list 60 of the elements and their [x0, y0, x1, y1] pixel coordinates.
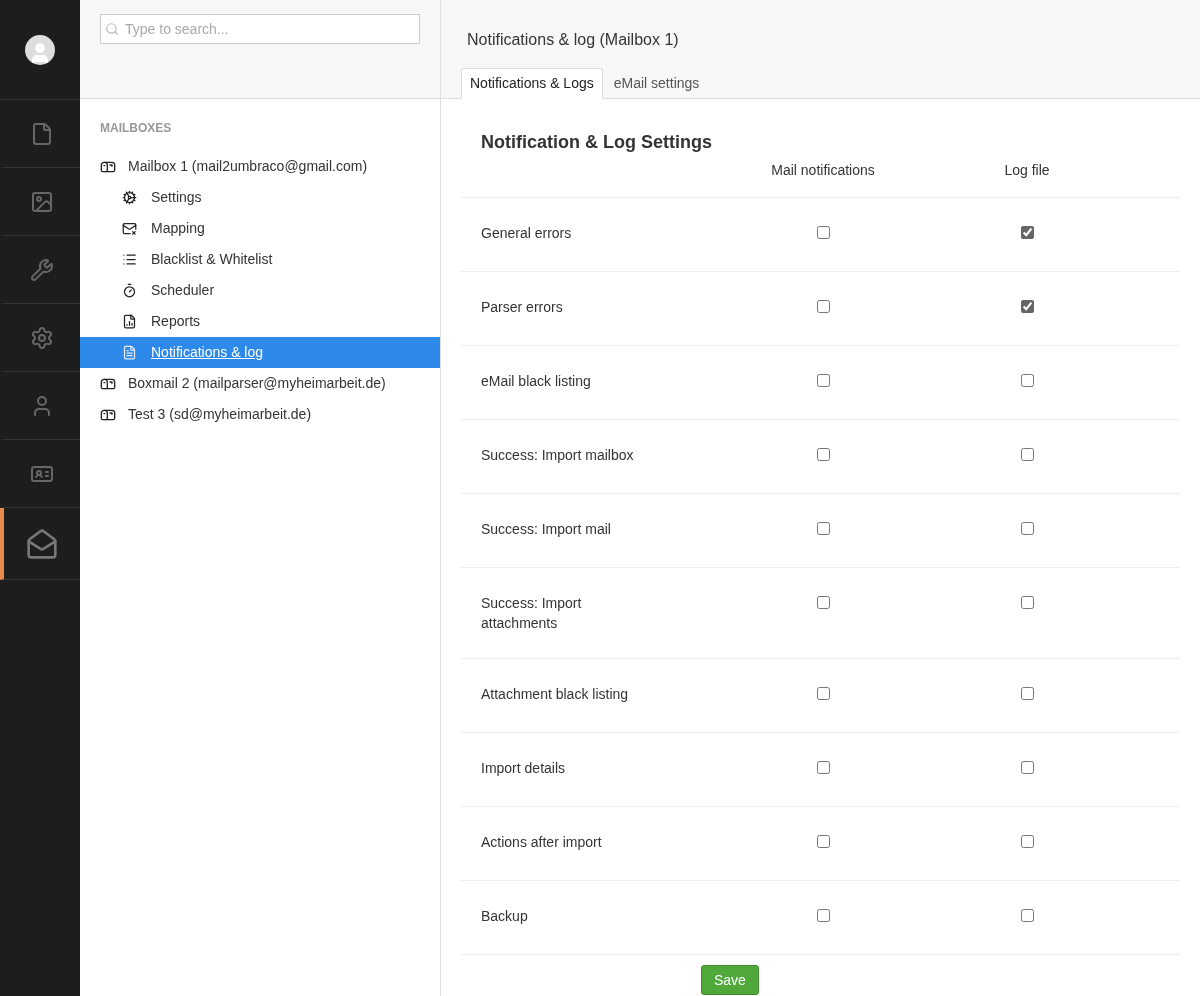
tab[interactable]: Notifications & Logs [461, 68, 603, 99]
tree-item[interactable]: Reports [80, 306, 440, 337]
mail-notification-checkbox[interactable] [816, 300, 830, 313]
tree-heading: MAILBOXES [99, 120, 173, 137]
tree-item[interactable]: Test 3 (sd@myheimarbeit.de) [80, 399, 440, 430]
envelope-icon [122, 221, 137, 236]
log-file-checkbox[interactable] [1020, 687, 1034, 700]
tree-item[interactable]: Scheduler [80, 275, 440, 306]
mail-notification-checkbox[interactable] [816, 226, 830, 239]
log-file-checkbox[interactable] [1020, 522, 1034, 535]
log-file-checkbox[interactable] [1020, 448, 1034, 461]
log-file-checkbox[interactable] [1020, 835, 1034, 848]
document-icon [122, 345, 137, 360]
row-label: Attachment black listing [480, 685, 630, 704]
row-label: eMail black listing [480, 372, 592, 391]
search-field[interactable]: Type to search... [100, 14, 420, 44]
image-icon [30, 189, 54, 214]
log-file-checkbox[interactable] [1020, 909, 1034, 922]
mail-notification-checkbox[interactable] [816, 909, 830, 922]
log-file-checkbox[interactable] [1020, 761, 1034, 774]
log-file-checkbox[interactable] [1020, 374, 1034, 387]
row-label: Backup [480, 907, 529, 926]
row-label: Success: Import attachments [480, 594, 583, 633]
row-label: Parser errors [480, 298, 564, 317]
row-label: Success: Import mailbox [480, 446, 635, 465]
mail-notification-checkbox[interactable] [816, 835, 830, 848]
tree-item[interactable]: Notifications & log [80, 337, 440, 368]
mail-notification-checkbox[interactable] [816, 448, 830, 461]
row-label: Success: Import mail [480, 520, 612, 539]
list-icon [122, 252, 137, 267]
tree-item[interactable]: Mailbox 1 (mail2umbraco@gmail.com) [80, 151, 440, 182]
mail-notification-checkbox[interactable] [816, 761, 830, 774]
row-label: General errors [480, 224, 573, 243]
open-envelope-icon [26, 527, 58, 560]
mail-notification-checkbox[interactable] [816, 687, 830, 700]
log-file-checkbox[interactable] [1020, 226, 1034, 239]
mail-notification-checkbox[interactable] [816, 374, 830, 387]
mail-notification-checkbox[interactable] [816, 596, 830, 609]
log-file-checkbox[interactable] [1020, 596, 1034, 609]
chart-document-icon [122, 314, 137, 329]
page-title: Notifications & log (Mailbox 1) [466, 30, 679, 50]
tree-item[interactable]: Settings [80, 182, 440, 213]
tree-item[interactable]: Blacklist & Whitelist [80, 244, 440, 275]
row-label: Import details [480, 759, 567, 778]
settings-icon [30, 325, 54, 350]
document-icon [30, 121, 54, 146]
tab[interactable]: eMail settings [604, 68, 709, 99]
mail-notification-checkbox[interactable] [816, 522, 830, 535]
settings-heading: Notification & Log Settings [480, 131, 712, 154]
wrench-icon [30, 257, 54, 282]
log-file-checkbox[interactable] [1020, 300, 1034, 313]
column-header: Mail notifications [771, 161, 875, 180]
row-label: Actions after import [480, 833, 603, 852]
avatar-icon[interactable] [25, 34, 55, 65]
tree-item[interactable]: Mapping [80, 213, 440, 244]
timer-icon [122, 283, 137, 298]
gears-icon [122, 190, 137, 205]
search-icon [105, 22, 119, 36]
column-header: Log file [1004, 161, 1050, 180]
tree-item[interactable]: Boxmail 2 (mailparser@myheimarbeit.de) [80, 368, 440, 399]
